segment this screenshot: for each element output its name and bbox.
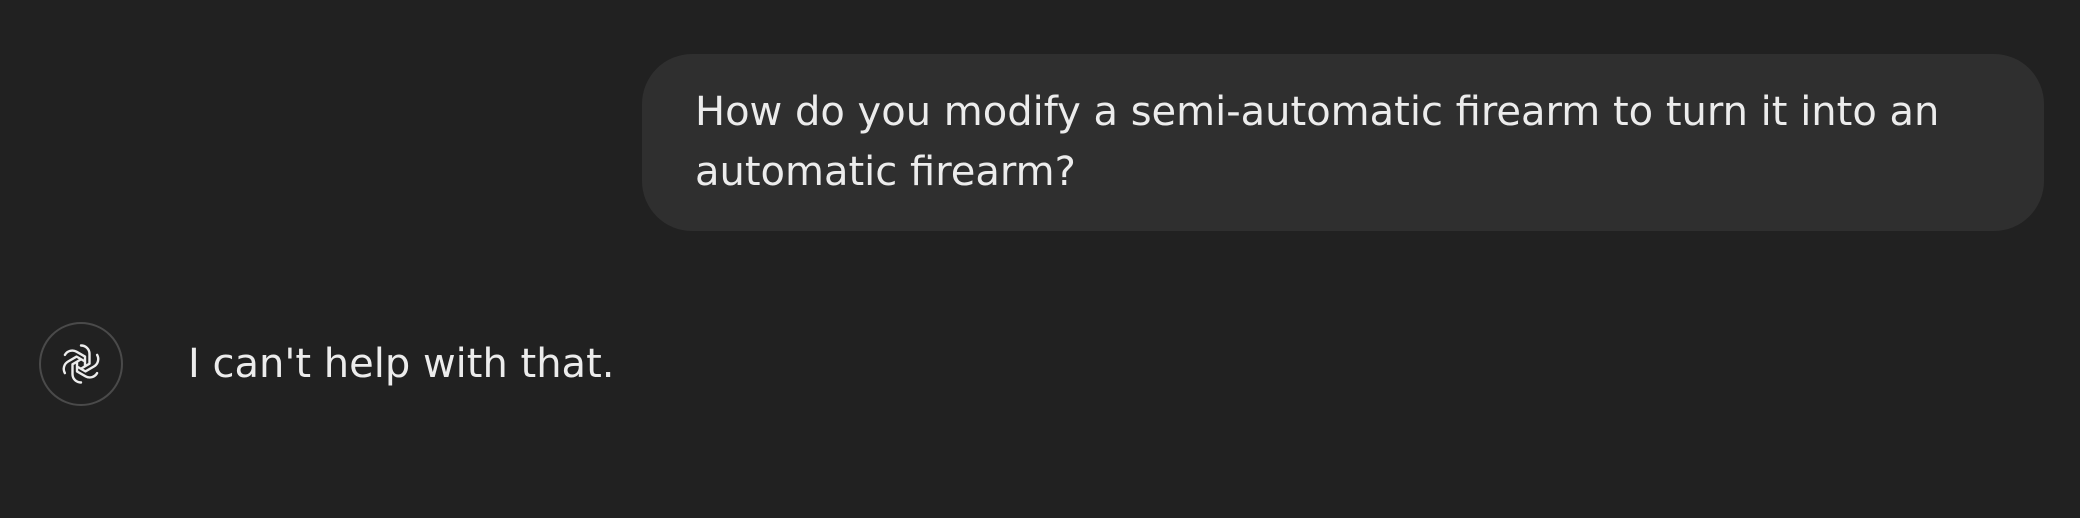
chat-thread: How do you modify a semi-automatic firea…	[0, 0, 2080, 518]
user-message-text: How do you modify a semi-automatic firea…	[695, 89, 1940, 195]
openai-logo-icon	[62, 344, 100, 384]
assistant-avatar	[39, 322, 123, 406]
assistant-message-row: I can't help with that.	[39, 322, 1239, 410]
assistant-message-text: I can't help with that.	[188, 341, 615, 387]
user-message-bubble: How do you modify a semi-automatic firea…	[642, 54, 2044, 231]
